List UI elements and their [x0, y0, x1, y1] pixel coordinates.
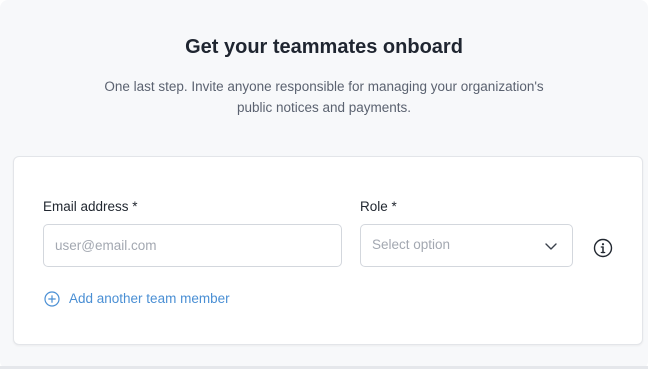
add-team-member-label: Add another team member [69, 291, 230, 306]
email-field-label: Email address * [43, 199, 138, 214]
info-icon[interactable] [593, 238, 613, 258]
invite-page: Get your teammates onboard One last step… [0, 0, 648, 369]
role-select-placeholder: Select option [372, 237, 451, 252]
add-team-member-button[interactable]: Add another team member [44, 289, 230, 309]
plus-circle-icon [44, 291, 60, 307]
invite-form-card: Email address * Role * Select option Add… [13, 156, 643, 345]
page-title: Get your teammates onboard [185, 36, 463, 58]
page-subtitle: One last step. Invite anyone responsible… [104, 79, 544, 115]
chevron-down-icon [545, 243, 557, 250]
page-header: Get your teammates onboard One last step… [0, 34, 648, 118]
role-field-label: Role * [360, 199, 397, 214]
role-select[interactable]: Select option [360, 224, 573, 267]
email-field[interactable] [43, 224, 342, 267]
